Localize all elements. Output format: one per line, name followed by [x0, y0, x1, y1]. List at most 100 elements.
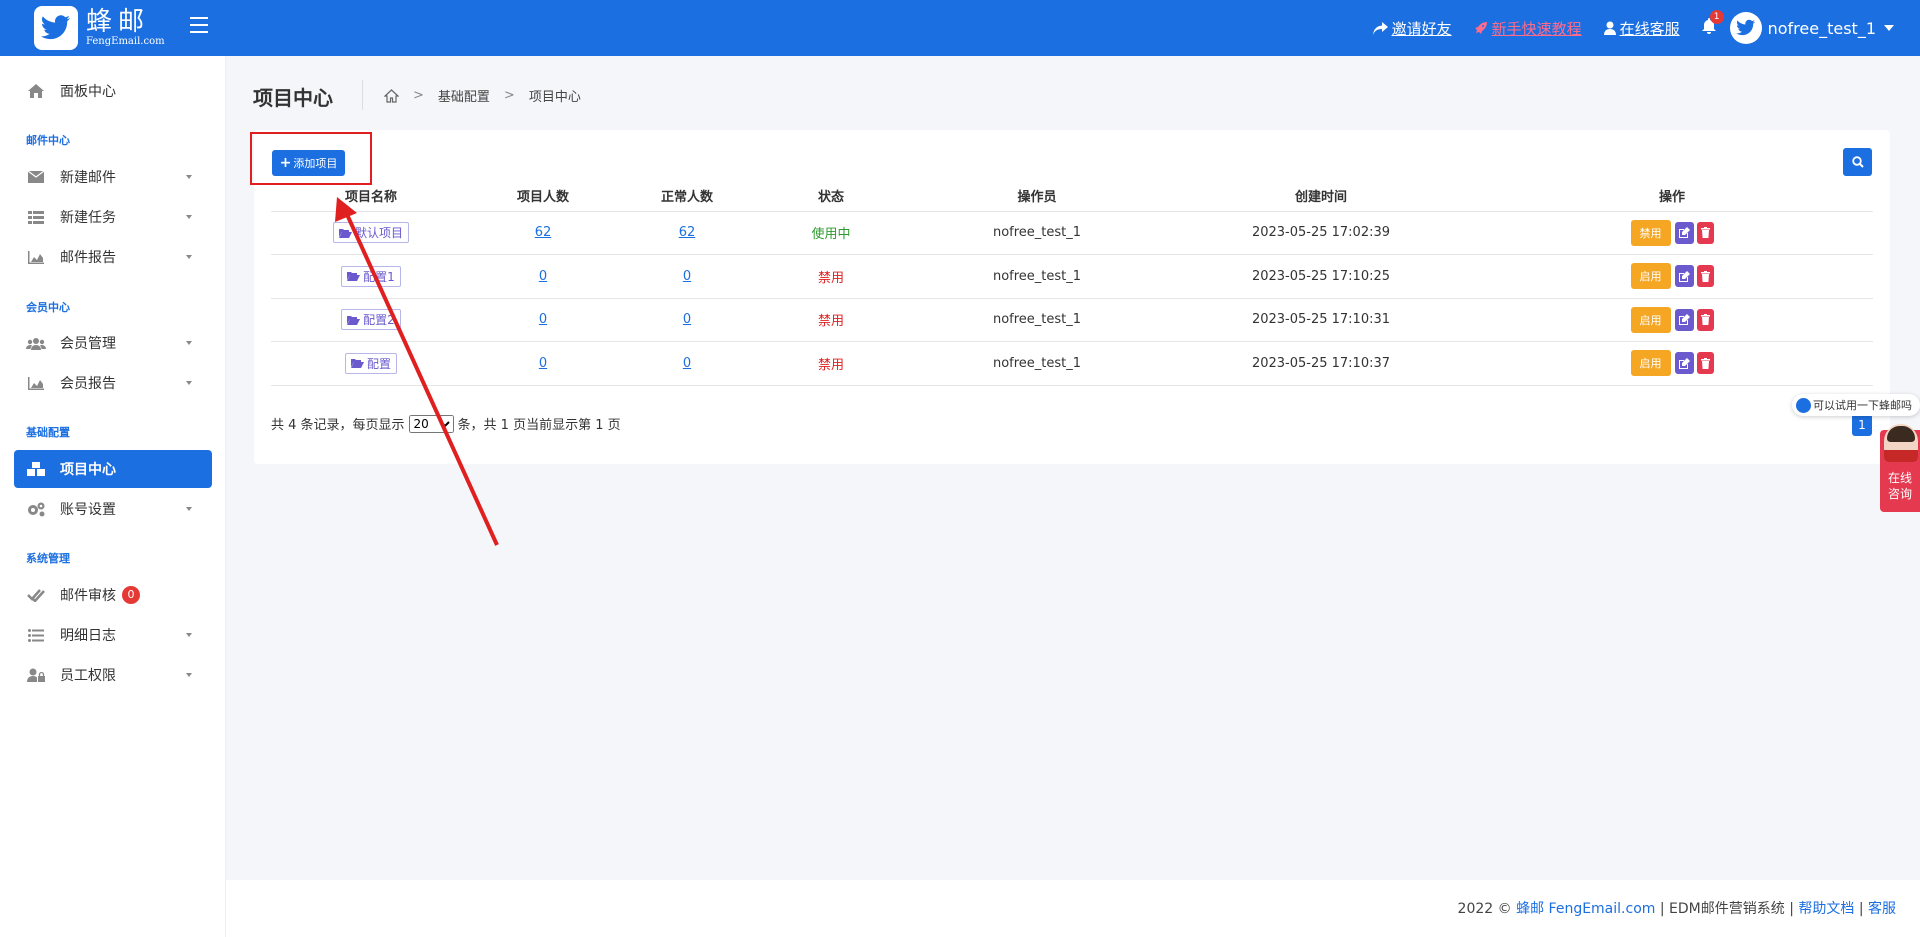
chat-invite-text: 可以试用一下蜂邮吗 — [1813, 399, 1912, 412]
col-header-count: 项目人数 — [471, 180, 615, 212]
nav-section-member: 会员中心 — [26, 301, 70, 314]
agent-avatar — [1884, 424, 1918, 462]
normal-count-link[interactable]: 0 — [683, 312, 691, 327]
breadcrumb-item[interactable]: 基础配置 — [438, 86, 490, 105]
chevron-down-icon — [1884, 25, 1894, 31]
toggle-status-button[interactable]: 启用 — [1630, 350, 1671, 377]
sidebar-item-mail-review[interactable]: 邮件审核 0 — [14, 576, 212, 614]
rocket-icon — [1474, 22, 1487, 34]
delete-button[interactable] — [1696, 352, 1714, 375]
sidebar-item-staff-permissions[interactable]: 员工权限 — [14, 656, 212, 694]
project-name: 配置2 — [363, 313, 395, 328]
folder-open-icon — [338, 228, 352, 238]
col-header-name: 项目名称 — [271, 180, 471, 212]
project-name-tag[interactable]: 默认项目 — [332, 222, 409, 244]
status-text: 禁用 — [817, 357, 844, 373]
sidebar: 面板中心 邮件中心 新建邮件 新建任务 邮件报告 会员中心 会员管理 会员报告 … — [0, 56, 226, 937]
user-icon — [1603, 21, 1616, 35]
sidebar-item-dashboard[interactable]: 面板中心 — [14, 72, 212, 110]
delete-button[interactable] — [1696, 308, 1714, 331]
toggle-status-button[interactable]: 启用 — [1630, 263, 1671, 290]
sidebar-item-new-task[interactable]: 新建任务 — [14, 198, 212, 236]
member-count-link[interactable]: 62 — [535, 225, 552, 240]
table-row: 配置2 0 0 禁用 nofree_test_1 2023-05-25 17:1… — [271, 298, 1873, 342]
member-count-link[interactable]: 0 — [539, 269, 547, 284]
table-row: 默认项目 62 62 使用中 nofree_test_1 2023-05-25 … — [271, 211, 1873, 255]
operator-cell: nofree_test_1 — [903, 211, 1171, 255]
delete-button[interactable] — [1696, 221, 1714, 244]
sidebar-item-label: 会员报告 — [60, 376, 116, 392]
logo[interactable]: 蜂邮 FengEmail.com — [34, 6, 165, 50]
project-name-tag[interactable]: 配置1 — [341, 265, 401, 287]
created-time-cell: 2023-05-25 17:10:31 — [1171, 298, 1471, 342]
user-menu[interactable]: nofree_test_1 — [1729, 12, 1894, 44]
pagination-suffix: 条，共 1 页当前显示第 1 页 — [457, 418, 621, 433]
sidebar-item-label: 账号设置 — [60, 502, 116, 518]
normal-count-link[interactable]: 0 — [683, 269, 691, 284]
edit-button[interactable] — [1674, 308, 1694, 331]
delete-button[interactable] — [1696, 265, 1714, 288]
invite-friends-link[interactable]: 邀请好友 — [1372, 18, 1452, 39]
sidebar-item-member-management[interactable]: 会员管理 — [14, 324, 212, 362]
project-table: 项目名称 项目人数 正常人数 状态 操作员 创建时间 操作 默认项目 62 62… — [271, 180, 1873, 386]
trash-icon — [1700, 314, 1710, 326]
sidebar-item-member-report[interactable]: 会员报告 — [14, 364, 212, 402]
trash-icon — [1700, 270, 1710, 282]
member-count-link[interactable]: 0 — [539, 356, 547, 371]
breadcrumb-separator: > — [413, 88, 424, 103]
normal-count-link[interactable]: 62 — [679, 225, 696, 240]
chevron-down-icon — [186, 175, 192, 179]
nav-section-system: 系统管理 — [26, 552, 70, 565]
username: nofree_test_1 — [1767, 18, 1876, 38]
page-size-select[interactable]: 20 — [408, 414, 454, 433]
edit-button[interactable] — [1674, 221, 1694, 244]
notification-button[interactable]: 1 — [1701, 10, 1724, 38]
sidebar-item-new-mail[interactable]: 新建邮件 — [14, 158, 212, 196]
chat-invite-bubble[interactable]: 可以试用一下蜂邮吗 — [1792, 394, 1920, 416]
project-name-tag[interactable]: 配置2 — [341, 309, 401, 331]
online-service-link[interactable]: 在线客服 — [1603, 18, 1680, 39]
status-text: 禁用 — [817, 314, 844, 330]
col-header-status: 状态 — [759, 180, 903, 212]
project-name: 配置1 — [363, 269, 395, 284]
tutorial-link[interactable]: 新手快速教程 — [1474, 18, 1582, 39]
footer-brand-link[interactable]: 蜂邮 FengEmail.com — [1516, 901, 1655, 917]
logo-title: 蜂邮 — [86, 7, 151, 37]
avatar — [1729, 12, 1762, 44]
edit-button[interactable] — [1674, 265, 1694, 288]
search-button[interactable] — [1843, 148, 1872, 176]
folder-open-icon — [347, 315, 361, 325]
area-chart-icon — [26, 249, 46, 265]
footer-help-link[interactable]: 帮助文档 — [1798, 901, 1854, 917]
toggle-status-button[interactable]: 启用 — [1630, 306, 1671, 333]
sidebar-item-mail-report[interactable]: 邮件报告 — [14, 238, 212, 276]
sidebar-item-account-settings[interactable]: 账号设置 — [14, 490, 212, 528]
chevron-down-icon — [186, 381, 192, 385]
member-count-link[interactable]: 0 — [539, 312, 547, 327]
footer-system: EDM邮件营销系统 — [1669, 901, 1785, 917]
sidebar-item-label: 邮件报告 — [60, 250, 116, 266]
folder-open-icon — [350, 359, 364, 369]
sidebar-item-detail-log[interactable]: 明细日志 — [14, 616, 212, 654]
bird-logo-icon — [34, 6, 78, 50]
list-icon — [26, 209, 46, 225]
gears-icon — [26, 501, 46, 517]
normal-count-link[interactable]: 0 — [683, 356, 691, 371]
menu-toggle-icon[interactable] — [190, 17, 208, 35]
table-row: 配置 0 0 禁用 nofree_test_1 2023-05-25 17:10… — [271, 341, 1873, 386]
home-icon[interactable] — [384, 88, 399, 103]
breadcrumb: > 基础配置 > 项目中心 — [384, 86, 581, 105]
chevron-down-icon — [186, 673, 192, 677]
footer-service-link[interactable]: 客服 — [1868, 901, 1896, 917]
page-number-button[interactable]: 1 — [1852, 414, 1872, 436]
edit-icon — [1678, 357, 1690, 369]
edit-button[interactable] — [1674, 352, 1694, 375]
edit-icon — [1678, 314, 1690, 326]
share-icon — [1372, 21, 1388, 35]
toggle-status-button[interactable]: 禁用 — [1630, 219, 1671, 246]
tutorial-label: 新手快速教程 — [1491, 19, 1582, 38]
sidebar-item-label: 新建邮件 — [60, 170, 116, 186]
chevron-down-icon — [186, 255, 192, 259]
project-name-tag[interactable]: 配置 — [344, 352, 397, 374]
sidebar-item-project-center[interactable]: 项目中心 — [14, 450, 212, 488]
